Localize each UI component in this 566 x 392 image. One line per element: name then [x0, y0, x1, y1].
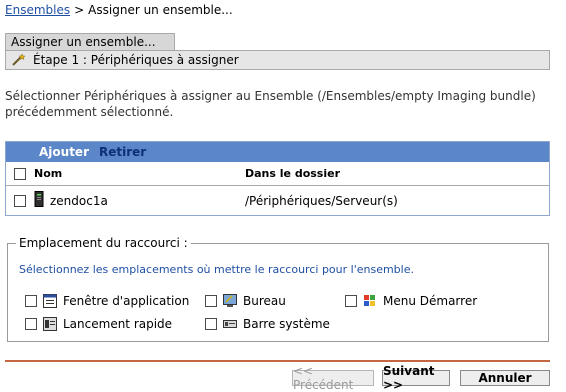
system-tray-checkbox[interactable] — [205, 318, 217, 330]
device-name[interactable]: zendoc1a — [50, 194, 108, 208]
quick-launch-icon — [43, 317, 57, 331]
system-tray-label: Barre système — [243, 317, 330, 331]
devices-table: Ajouter Retirer Nom Dans le dossier zend… — [5, 141, 550, 216]
breadcrumb: Ensembles > Assigner un ensemble... — [5, 3, 233, 17]
row-checkbox[interactable] — [14, 194, 26, 207]
previous-button[interactable]: << Précédent — [292, 364, 374, 392]
wand-icon — [11, 53, 27, 67]
desktop-icon — [223, 294, 237, 308]
table-row[interactable]: zendoc1a /Périphériques/Serveur(s) — [6, 186, 549, 215]
option-system-tray[interactable]: Barre système — [205, 317, 330, 331]
remove-button[interactable]: Retirer — [99, 145, 146, 159]
start-menu-icon — [363, 294, 377, 308]
quick-launch-label: Lancement rapide — [63, 317, 173, 331]
quick-launch-checkbox[interactable] — [25, 318, 37, 330]
table-header: Nom Dans le dossier — [6, 162, 549, 186]
desktop-label: Bureau — [243, 294, 286, 308]
breadcrumb-current: Assigner un ensemble... — [88, 3, 233, 17]
wizard-title-tab: Assigner un ensemble... — [5, 33, 175, 51]
start-menu-checkbox[interactable] — [345, 295, 357, 307]
footer-divider — [5, 360, 550, 362]
next-button[interactable]: Suivant >> — [382, 364, 450, 392]
option-quick-launch[interactable]: Lancement rapide — [25, 317, 172, 331]
device-folder: /Périphériques/Serveur(s) — [245, 193, 398, 208]
option-start-menu[interactable]: Menu Démarrer — [345, 294, 477, 308]
column-header-folder[interactable]: Dans le dossier — [245, 167, 549, 180]
step-label: Étape 1 : Périphériques à assigner — [33, 53, 239, 67]
add-button[interactable]: Ajouter — [39, 145, 89, 159]
select-all-checkbox[interactable] — [14, 167, 26, 180]
step-header: Étape 1 : Périphériques à assigner — [5, 50, 550, 70]
instructions-text: Sélectionner Périphériques à assigner au… — [5, 89, 536, 119]
app-window-label: Fenêtre d'application — [63, 294, 190, 308]
desktop-checkbox[interactable] — [205, 295, 217, 307]
start-menu-label: Menu Démarrer — [383, 294, 478, 308]
option-app-window[interactable]: Fenêtre d'application — [25, 294, 189, 308]
shortcut-description: Sélectionnez les emplacements où mettre … — [19, 263, 414, 276]
app-window-icon — [43, 294, 57, 308]
breadcrumb-link-ensembles[interactable]: Ensembles — [5, 3, 70, 17]
app-window-checkbox[interactable] — [25, 295, 37, 307]
server-icon — [34, 191, 44, 210]
table-toolbar: Ajouter Retirer — [6, 142, 549, 162]
option-desktop[interactable]: Bureau — [205, 294, 286, 308]
breadcrumb-separator: > — [74, 3, 85, 17]
column-header-name[interactable]: Nom — [34, 167, 245, 180]
shortcut-legend: Emplacement du raccourci : — [19, 236, 188, 250]
system-tray-icon — [223, 317, 237, 331]
cancel-button[interactable]: Annuler — [460, 370, 550, 386]
